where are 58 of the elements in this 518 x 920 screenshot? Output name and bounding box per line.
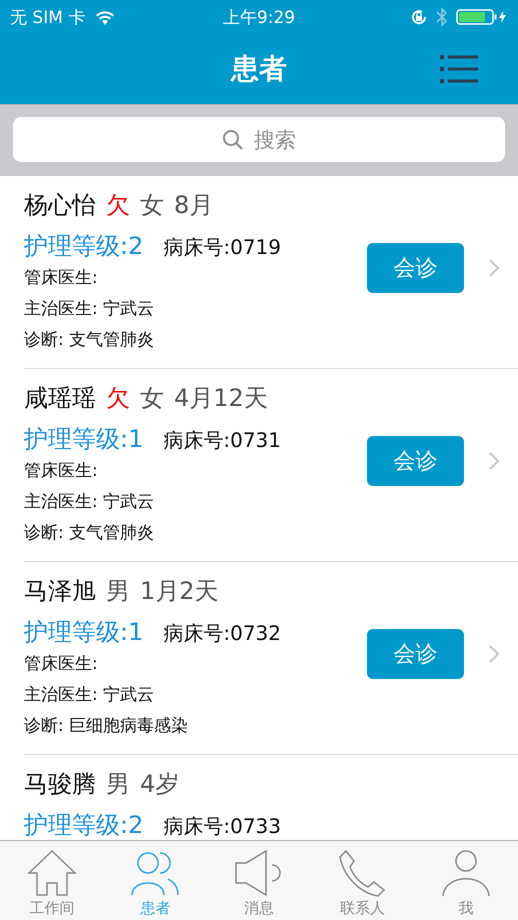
patient-age: 1月2天 xyxy=(140,576,219,606)
rotation-lock-icon xyxy=(410,8,428,26)
patient-age: 4月12天 xyxy=(174,383,268,413)
status-time: 上午9:29 xyxy=(222,6,296,28)
patient-age: 8月 xyxy=(174,190,214,220)
menu-button[interactable] xyxy=(440,54,480,84)
tab-item[interactable]: 消息 xyxy=(207,841,311,920)
bed-number: 病床号:0731 xyxy=(163,427,281,454)
patient-sex: 女 xyxy=(140,190,164,220)
bed-doctor: 管床医生: xyxy=(24,460,99,483)
bed-doctor: 管床医生: xyxy=(24,653,99,676)
patient-name: 杨心怡 xyxy=(24,190,96,220)
tab-item[interactable]: 工作间 xyxy=(0,841,104,920)
attending-doctor: 主治医生: 宁武云 xyxy=(24,491,156,514)
consult-button[interactable]: 会诊 xyxy=(367,436,464,486)
bed-number: 病床号:0733 xyxy=(163,813,281,840)
care-level: 护理等级:2 xyxy=(24,810,144,840)
patient-sex: 男 xyxy=(106,769,130,799)
bluetooth-icon xyxy=(436,7,448,27)
page-title: 患者 xyxy=(231,51,287,87)
chevron-right-icon xyxy=(488,644,500,664)
tab-item[interactable]: 联系人 xyxy=(310,841,414,920)
patient-sex: 男 xyxy=(106,576,130,606)
search-field[interactable]: 搜索 xyxy=(13,117,505,162)
attending-doctor: 主治医生: 宁武云 xyxy=(24,684,156,707)
diagnosis: 诊断: 支气管肺炎 xyxy=(24,522,156,545)
consult-button[interactable]: 会诊 xyxy=(367,243,464,293)
search-icon xyxy=(222,128,244,150)
patient-item[interactable]: 咸瑶瑶 欠 女 4月12天 护理等级:1 病床号:0731 管床医生: 主治医生: 宁武云 诊断: 支气管肺炎 会诊 xyxy=(24,369,518,562)
patient-name: 咸瑶瑶 xyxy=(24,383,96,413)
bed-number: 病床号:0732 xyxy=(163,620,281,647)
tab-item[interactable]: 我 xyxy=(414,841,518,920)
carrier-text: 无 SIM 卡 xyxy=(10,6,86,28)
patient-sex: 女 xyxy=(140,383,164,413)
care-level: 护理等级:1 xyxy=(24,424,144,455)
patient-item[interactable]: 马泽旭 男 1月2天 护理等级:1 病床号:0732 管床医生: 主治医生: 宁武云 诊断: 巨细胞病毒感染 会诊 xyxy=(24,562,518,755)
chevron-right-icon xyxy=(488,451,500,471)
care-level: 护理等级:2 xyxy=(24,231,144,262)
care-level: 护理等级:1 xyxy=(24,617,144,648)
patient-age: 4岁 xyxy=(140,769,180,799)
chevron-right-icon xyxy=(488,258,500,278)
attending-doctor: 主治医生: 宁武云 xyxy=(24,298,156,321)
phone-icon xyxy=(338,849,388,897)
bed-doctor: 管床医生: xyxy=(24,267,99,290)
diagnosis: 诊断: 巨细胞病毒感染 xyxy=(24,715,190,738)
patient-item[interactable]: 杨心怡 欠 女 8月 护理等级:2 病床号:0719 管床医生: 主治医生: 宁武云 诊断: 支气管肺炎 会诊 xyxy=(24,176,518,369)
tab-item[interactable]: 患者 xyxy=(104,841,208,920)
patient-name: 马泽旭 xyxy=(24,576,96,606)
wifi-icon xyxy=(95,10,116,24)
bed-number: 病床号:0719 xyxy=(163,234,281,261)
home-icon xyxy=(26,849,77,897)
arrears-tag: 欠 xyxy=(106,383,130,413)
arrears-tag: 欠 xyxy=(106,190,130,220)
patient-name: 马骏腾 xyxy=(24,769,96,799)
consult-button[interactable]: 会诊 xyxy=(367,629,464,679)
diagnosis: 诊断: 支气管肺炎 xyxy=(24,329,156,352)
battery-icon xyxy=(456,9,508,25)
person-icon xyxy=(441,849,492,897)
